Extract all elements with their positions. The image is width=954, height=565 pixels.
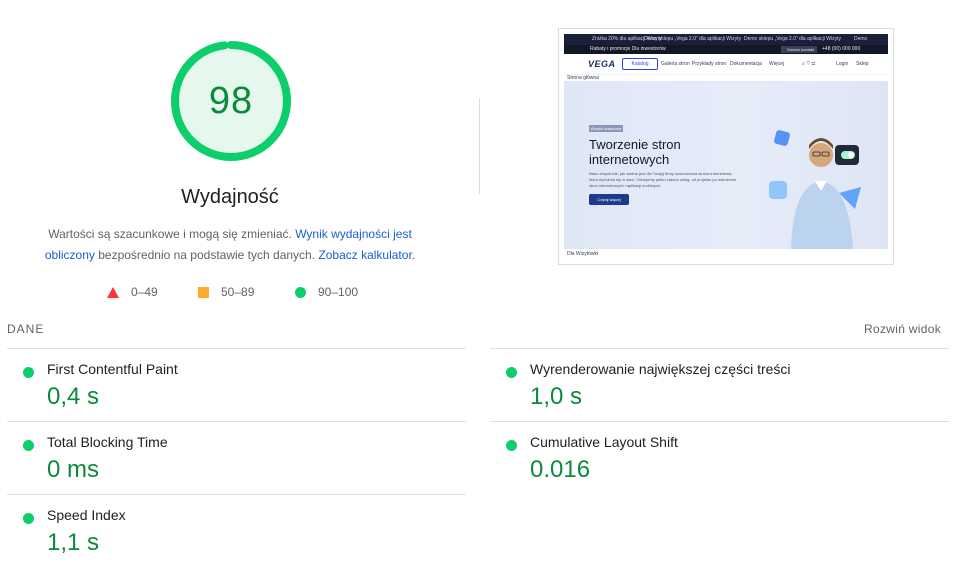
- thumb-secondary-bar: Rabaty i promocje Dla inwestorów Zamów k…: [564, 45, 888, 54]
- thumb-hero-button: Czytaj więcej: [589, 194, 629, 205]
- thumb-logo: VEGA: [588, 59, 616, 69]
- thumb-hero-illustration: [769, 130, 861, 249]
- performance-score: 98: [208, 79, 254, 122]
- performance-label: Wydajność: [181, 186, 279, 208]
- square-orange-icon: [198, 286, 209, 298]
- thumb-menu-item: Przykłady stron: [692, 61, 727, 67]
- thumb-phone-text: +48 (00) 000 000: [822, 46, 861, 52]
- thumb-menu-item: Dokumentacja: [730, 61, 762, 67]
- page-screenshot-thumbnail[interactable]: Zniżka 20% dla aplikacji Wizyty Demo skl…: [558, 28, 894, 265]
- metric-value: 0,4 s: [47, 383, 100, 410]
- expand-view-toggle[interactable]: Rozwiń widok: [864, 322, 941, 336]
- thumb-hero: Wizytki branżowe Tworzenie stron interne…: [564, 81, 888, 249]
- metric-value: 0.016: [530, 456, 591, 483]
- thumb-promo-text: Demo: [854, 36, 868, 42]
- pass-circle-icon: [23, 513, 34, 524]
- thumb-footer: Dla Wizytówki: [564, 249, 888, 260]
- thumb-menu-item: Sklep: [856, 61, 869, 67]
- metric-value: 1,1 s: [47, 529, 100, 556]
- thumb-hero-text: Nasz zespół wie, jak ważna jest dla Twoj…: [589, 171, 737, 188]
- score-description: Wartości są szacunkowe i mogą się zmieni…: [30, 224, 430, 266]
- divider: [490, 421, 949, 422]
- metric-name: First Contentful Paint: [47, 361, 178, 377]
- thumb-hero-tag: Wizytki branżowe: [589, 125, 623, 132]
- legend-item-pass: 90–100: [295, 285, 358, 299]
- thumb-navbar: VEGA Katalog Galeria stron Przykłady str…: [564, 54, 888, 75]
- thumb-promo-text: Demo sklepu „Vega 2.0” dla aplikacji Wiz…: [744, 36, 841, 42]
- description-text: bezpośrednio na podstawie tych danych.: [94, 248, 319, 262]
- performance-gauge: 98: [170, 40, 292, 162]
- divider: [479, 98, 480, 194]
- triangle-red-icon: [107, 286, 119, 298]
- thumb-menu-item: Login: [836, 61, 849, 67]
- metric-name: Wyrenderowanie największej części treści: [530, 361, 791, 377]
- thumb-footer-text: Dla Wizytówki: [567, 251, 599, 257]
- thumb-promo-text: Demo sklepu „Vega 2.0” dla aplikacji Wiz…: [644, 36, 741, 42]
- metrics-section-title: DANE: [7, 322, 45, 336]
- description-text: .: [411, 248, 416, 262]
- divider: [7, 348, 466, 349]
- legend-item-fail: 0–49: [107, 285, 158, 299]
- pass-circle-icon: [506, 440, 517, 451]
- thumb-menu-item: Więcej: [769, 61, 785, 67]
- metric-value: 1,0 s: [530, 383, 583, 410]
- legend-label: 50–89: [221, 285, 255, 299]
- thumb-contact-text: Zamów kontakt: [787, 47, 815, 52]
- legend-label: 0–49: [131, 285, 158, 299]
- divider: [490, 348, 949, 349]
- thumb-catalog-button: Katalog: [622, 58, 658, 70]
- calculator-link[interactable]: Zobacz kalkulator: [318, 248, 411, 262]
- metric-name: Cumulative Layout Shift: [530, 434, 678, 450]
- pass-circle-icon: [23, 367, 34, 378]
- thumb-contact-box: Zamów kontakt: [781, 46, 817, 53]
- pass-circle-icon: [506, 367, 517, 378]
- pass-circle-icon: [23, 440, 34, 451]
- divider: [7, 421, 466, 422]
- thumb-search-icon: ⌕ ♡ ⇄: [802, 61, 816, 67]
- thumb-menu-item: Galeria stron: [661, 61, 690, 67]
- circle-green-icon: [295, 286, 306, 298]
- divider: [7, 494, 466, 495]
- legend-label: 90–100: [318, 285, 359, 299]
- description-text: Wartości są szacunkowe i mogą się zmieni…: [48, 227, 296, 241]
- metric-name: Speed Index: [47, 507, 126, 523]
- thumb-hero-title: Tworzenie stron internetowych: [589, 137, 681, 167]
- metric-value: 0 ms: [47, 456, 100, 483]
- legend-item-average: 50–89: [198, 285, 254, 299]
- metric-name: Total Blocking Time: [47, 434, 168, 450]
- thumb-promo-bar: Zniżka 20% dla aplikacji Wizyty Demo skl…: [564, 34, 888, 45]
- thumb-secondary-text: Rabaty i promocje Dla inwestorów: [590, 46, 666, 52]
